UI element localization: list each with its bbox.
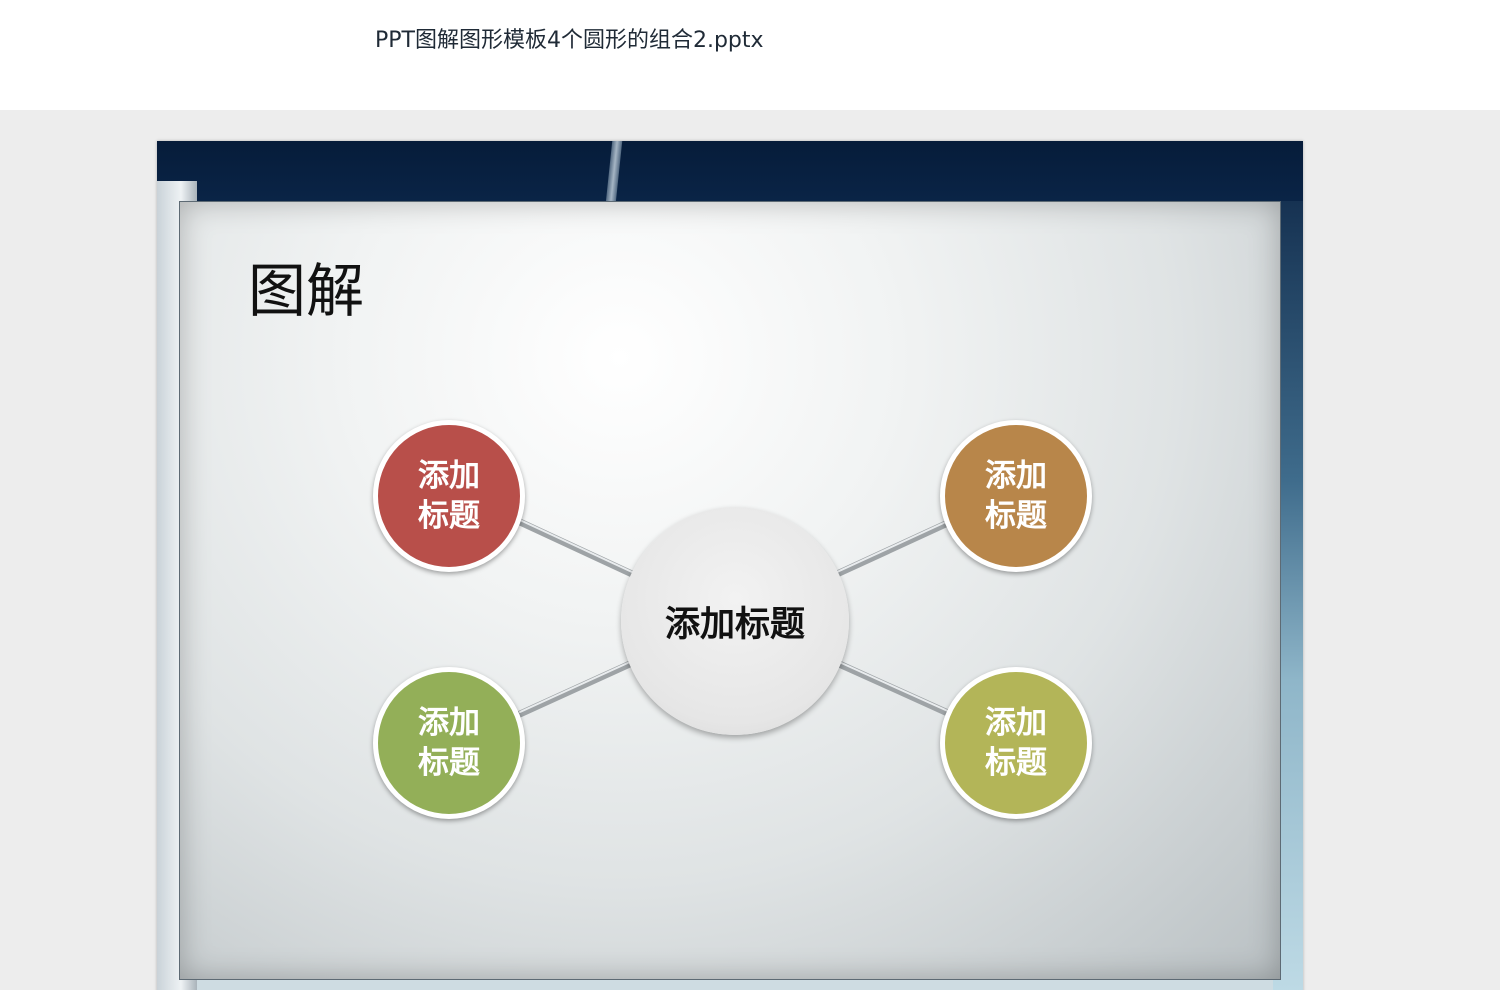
node-top-left-label: 添加标题 (418, 458, 480, 534)
node-bottom-left: 添加标题 (373, 667, 525, 819)
connector-bottom-right (833, 659, 954, 718)
node-top-right-label: 添加标题 (985, 458, 1047, 534)
connector-top-left (516, 518, 636, 578)
presentation-viewer[interactable]: 图解 添加标题 添加标题 添加标题 添加标题 添加标题 (0, 110, 1500, 990)
node-bottom-right: 添加标题 (940, 667, 1092, 819)
background-streak (605, 141, 623, 203)
connector-bottom-left-hl (519, 660, 633, 713)
file-title: PPT图解图形模板4个圆形的组合2.pptx (375, 28, 764, 53)
node-top-left: 添加标题 (373, 420, 525, 572)
center-node: 添加标题 (621, 507, 849, 735)
node-bottom-left-label: 添加标题 (418, 705, 480, 781)
connector-top-right (833, 518, 954, 578)
connector-bottom-right-hl (836, 660, 951, 713)
connector-bottom-left (516, 659, 636, 718)
node-bottom-right-label: 添加标题 (985, 705, 1047, 781)
connector-top-left-hl (519, 519, 633, 573)
connector-top-right-hl (836, 519, 951, 573)
file-header: PPT图解图形模板4个圆形的组合2.pptx (0, 0, 1500, 110)
slide: 图解 添加标题 添加标题 添加标题 添加标题 添加标题 (157, 141, 1303, 990)
center-node-label: 添加标题 (664, 604, 805, 645)
content-panel: 图解 添加标题 添加标题 添加标题 添加标题 添加标题 (179, 201, 1281, 980)
node-top-right: 添加标题 (940, 420, 1092, 572)
